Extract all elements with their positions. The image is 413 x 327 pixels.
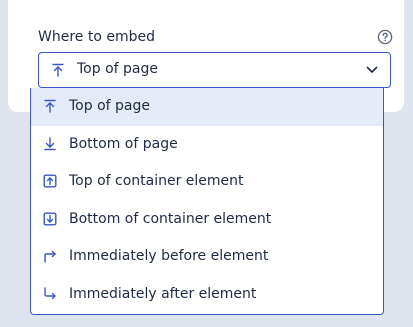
arrow-turn-down-right-icon	[43, 286, 57, 301]
field-label: Where to embed	[38, 29, 155, 45]
arrow-turn-right-icon	[43, 249, 57, 263]
selected-value: Top of page	[77, 61, 158, 77]
embed-location-select[interactable]: Top of page	[38, 52, 391, 88]
arrow-to-top-icon	[51, 63, 65, 77]
option-immediately-before[interactable]: Immediately before element	[31, 238, 383, 276]
option-immediately-after[interactable]: Immediately after element	[31, 276, 383, 314]
option-label: Bottom of container element	[69, 210, 272, 227]
option-label: Immediately after element	[69, 285, 257, 302]
option-top-of-container[interactable]: Top of container element	[31, 163, 383, 201]
option-label: Bottom of page	[69, 135, 178, 152]
option-label: Top of page	[69, 98, 150, 114]
option-bottom-of-page[interactable]: Bottom of page	[31, 126, 383, 164]
question-circle-icon[interactable]	[377, 29, 393, 45]
box-arrow-down-icon	[43, 212, 57, 226]
option-top-of-page[interactable]: Top of page	[31, 88, 383, 126]
option-bottom-of-container[interactable]: Bottom of container element	[31, 201, 383, 239]
embed-location-menu: Top of page Bottom of page Top of contai…	[30, 88, 384, 315]
arrow-to-top-icon	[43, 99, 57, 113]
option-label: Top of container element	[69, 173, 244, 189]
box-arrow-up-icon	[43, 174, 57, 188]
option-label: Immediately before element	[69, 248, 269, 264]
chevron-down-icon	[366, 65, 378, 75]
arrow-to-bottom-icon	[43, 136, 57, 151]
